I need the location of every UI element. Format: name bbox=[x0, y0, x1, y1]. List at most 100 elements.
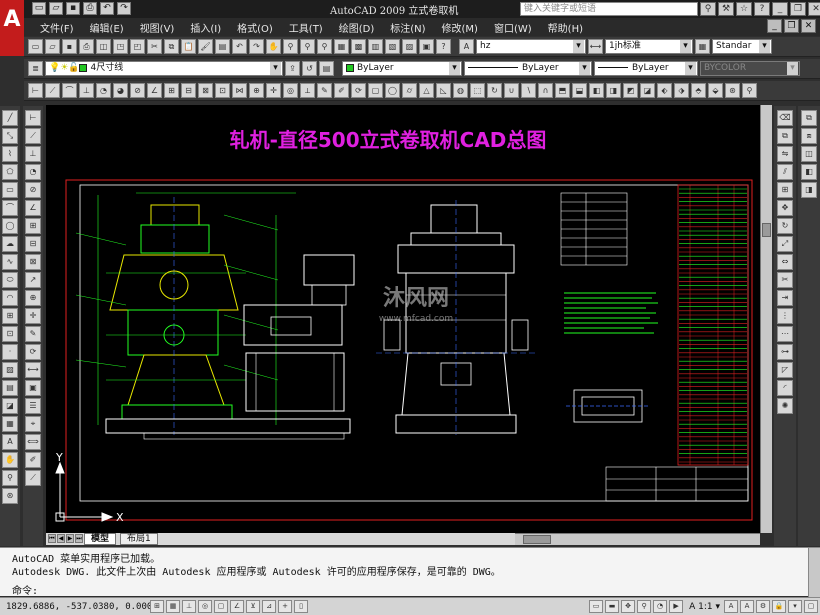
text-style-icon[interactable]: A bbox=[459, 39, 474, 54]
dim-text-edit-icon[interactable]: ✐ bbox=[334, 83, 349, 98]
ellipse-arc-icon[interactable]: ◠ bbox=[2, 290, 18, 306]
dim-style-side-icon[interactable]: ⟺ bbox=[25, 434, 41, 450]
space-icon[interactable]: ⊡ bbox=[215, 83, 230, 98]
break-object-icon[interactable]: ⋯ bbox=[777, 326, 793, 342]
iso-ne-icon[interactable]: ⬘ bbox=[691, 83, 706, 98]
color-select[interactable]: ByLayer bbox=[342, 61, 462, 76]
match-properties-icon[interactable]: 🖌 bbox=[198, 39, 213, 54]
3d-dwf-icon[interactable]: ◰ bbox=[130, 39, 145, 54]
polygon-icon[interactable]: ⬠ bbox=[2, 164, 18, 180]
help-search-input[interactable]: 键入关键字或短语 bbox=[520, 2, 698, 16]
iso-se-icon[interactable]: ⬗ bbox=[674, 83, 689, 98]
linear-dim-icon[interactable]: ⊢ bbox=[28, 83, 43, 98]
dim-aligned-side-icon[interactable]: ⟋ bbox=[25, 128, 41, 144]
line-icon[interactable]: ╱ bbox=[2, 110, 18, 126]
distance-icon[interactable]: ⟷ bbox=[25, 362, 41, 378]
text-edit-side-icon[interactable]: ✐ bbox=[25, 452, 41, 468]
dyn-icon[interactable]: ⊿ bbox=[262, 600, 276, 613]
jog-linear-icon[interactable]: ⟂ bbox=[300, 83, 315, 98]
vertical-scroll-thumb[interactable] bbox=[762, 223, 771, 237]
bring-text-front-icon[interactable]: ◨ bbox=[801, 182, 817, 198]
box-icon[interactable]: ▢ bbox=[368, 83, 383, 98]
send-back-icon[interactable]: ⧈ bbox=[801, 128, 817, 144]
horizontal-scrollbar[interactable] bbox=[515, 533, 760, 545]
tolerance-icon[interactable]: ⊕ bbox=[249, 83, 264, 98]
sphere-icon[interactable]: ◯ bbox=[385, 83, 400, 98]
menu-format[interactable]: 格式(O) bbox=[229, 20, 281, 35]
dim-diameter-side-icon[interactable]: ⊘ bbox=[25, 182, 41, 198]
offset-icon[interactable]: ⫽ bbox=[777, 164, 793, 180]
close-icon[interactable]: ✕ bbox=[808, 2, 820, 16]
radius-icon[interactable]: ◔ bbox=[96, 83, 111, 98]
torus-icon[interactable]: ◍ bbox=[453, 83, 468, 98]
table-style-select[interactable]: Standar bbox=[712, 39, 772, 54]
polyline-icon[interactable]: ⌇ bbox=[2, 146, 18, 162]
steering-wheel-icon[interactable]: ◔ bbox=[653, 600, 668, 613]
copy-object-icon[interactable]: ⧉ bbox=[777, 128, 793, 144]
ordinate-icon[interactable]: ⊥ bbox=[79, 83, 94, 98]
zoom-realtime-icon[interactable]: ⚲ bbox=[283, 39, 298, 54]
print-icon[interactable]: ⎙ bbox=[83, 2, 97, 15]
menu-tools[interactable]: 工具(T) bbox=[281, 20, 331, 35]
dim-baseline-side-icon[interactable]: ⊟ bbox=[25, 236, 41, 252]
explode-icon[interactable]: ✺ bbox=[777, 398, 793, 414]
layer-manager-icon[interactable]: ≣ bbox=[28, 61, 43, 76]
circle-icon[interactable]: ◯ bbox=[2, 218, 18, 234]
erase-icon[interactable]: ⌫ bbox=[777, 110, 793, 126]
minimize-icon[interactable]: _ bbox=[772, 2, 788, 16]
tray-settings-icon[interactable]: ▾ bbox=[788, 600, 802, 613]
ducs-icon[interactable]: ⊻ bbox=[246, 600, 260, 613]
annotation-scale[interactable]: A 1:1 ▾ bbox=[689, 602, 720, 612]
snap-icon[interactable]: ⊞ bbox=[150, 600, 164, 613]
tolerance-side-icon[interactable]: ⊕ bbox=[25, 290, 41, 306]
make-current-icon[interactable]: ⇪ bbox=[285, 61, 300, 76]
arc-icon[interactable]: ⌒ bbox=[2, 200, 18, 216]
calculator-icon[interactable]: ▣ bbox=[419, 39, 434, 54]
dim-linear-side-icon[interactable]: ⊢ bbox=[25, 110, 41, 126]
restore-icon[interactable]: ❐ bbox=[790, 2, 806, 16]
open-icon[interactable]: ▱ bbox=[49, 2, 63, 15]
stretch-icon[interactable]: ⇔ bbox=[777, 254, 793, 270]
doc-close-icon[interactable]: ✕ bbox=[801, 19, 816, 33]
rotate-icon[interactable]: ↻ bbox=[777, 218, 793, 234]
horizontal-scroll-thumb[interactable] bbox=[523, 535, 551, 544]
menu-file[interactable]: 文件(F) bbox=[32, 20, 82, 35]
publish-icon[interactable]: ◳ bbox=[113, 39, 128, 54]
menu-modify[interactable]: 修改(M) bbox=[434, 20, 486, 35]
zoom-extents-icon[interactable]: ⚲ bbox=[742, 83, 757, 98]
view-left-icon[interactable]: ◧ bbox=[589, 83, 604, 98]
send-under-icon[interactable]: ◧ bbox=[801, 164, 817, 180]
linetype-select[interactable]: ByLayer bbox=[464, 61, 592, 76]
menu-dimension[interactable]: 标注(N) bbox=[382, 20, 433, 35]
leader-icon[interactable]: ↗ bbox=[25, 272, 41, 288]
layer-previous-icon[interactable]: ↺ bbox=[302, 61, 317, 76]
view-right-icon[interactable]: ◨ bbox=[606, 83, 621, 98]
pan-side-icon[interactable]: ✋ bbox=[2, 452, 18, 468]
menu-window[interactable]: 窗口(W) bbox=[486, 20, 540, 35]
properties-icon[interactable]: ▦ bbox=[334, 39, 349, 54]
workspace-icon[interactable]: ⚙ bbox=[756, 600, 770, 613]
block-editor-icon[interactable]: ▤ bbox=[215, 39, 230, 54]
orbit-side-icon[interactable]: ⊛ bbox=[2, 488, 18, 504]
subtract-icon[interactable]: ∖ bbox=[521, 83, 536, 98]
polar-icon[interactable]: ◎ bbox=[198, 600, 212, 613]
array-icon[interactable]: ⊞ bbox=[777, 182, 793, 198]
tab-prev-icon[interactable]: ◀ bbox=[57, 534, 65, 543]
move-icon[interactable]: ✥ bbox=[777, 200, 793, 216]
construction-line-icon[interactable]: ⤡ bbox=[2, 128, 18, 144]
trim-icon[interactable]: ✂ bbox=[777, 272, 793, 288]
menu-draw[interactable]: 绘图(D) bbox=[331, 20, 383, 35]
doc-minimize-icon[interactable]: _ bbox=[767, 19, 782, 33]
tool-icon[interactable]: ⚒ bbox=[718, 2, 734, 16]
showmotion-icon[interactable]: ▶ bbox=[669, 600, 684, 613]
pan-icon[interactable]: ✋ bbox=[266, 39, 281, 54]
angular-icon[interactable]: ∠ bbox=[147, 83, 162, 98]
otrack-icon[interactable]: ∠ bbox=[230, 600, 244, 613]
intersect-icon[interactable]: ∩ bbox=[538, 83, 553, 98]
lineweight-select[interactable]: ByLayer bbox=[594, 61, 698, 76]
iso-sw-icon[interactable]: ⬖ bbox=[657, 83, 672, 98]
zoom-side-icon[interactable]: ⚲ bbox=[2, 470, 18, 486]
paste-icon[interactable]: 📋 bbox=[181, 39, 196, 54]
undo-icon[interactable]: ↶ bbox=[100, 2, 114, 15]
layer-select[interactable]: 💡☀🔓 4尺寸线 bbox=[45, 61, 283, 76]
